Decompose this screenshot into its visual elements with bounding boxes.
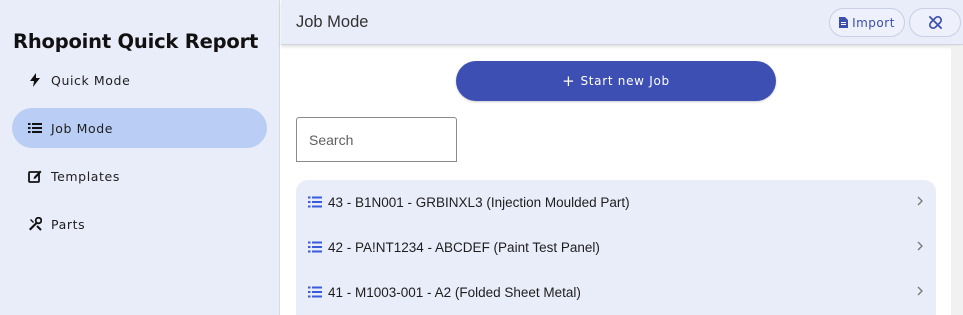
sidebar-item-label: Templates xyxy=(51,168,120,184)
sidebar-item-label: Job Mode xyxy=(51,120,114,136)
chevron-right-icon xyxy=(917,286,923,296)
top-bar: Job Mode Import xyxy=(281,0,963,45)
list-item[interactable]: 43 - B1N001 - GRBINXL3 (Injection Moulde… xyxy=(296,180,936,224)
sidebar-item-job-mode[interactable]: Job Mode xyxy=(12,108,267,148)
list-icon xyxy=(308,286,322,298)
sidebar: Rhopoint Quick Report Quick Mode Job Mod… xyxy=(0,0,280,315)
job-label: 43 - B1N001 - GRBINXL3 (Injection Moulde… xyxy=(328,194,630,210)
search-input[interactable] xyxy=(297,118,456,161)
unlink-button[interactable] xyxy=(909,8,961,37)
sidebar-item-templates[interactable]: Templates xyxy=(12,156,267,196)
start-new-job-button[interactable]: + Start new Job xyxy=(456,61,776,101)
list-icon xyxy=(308,196,322,208)
file-icon xyxy=(839,17,849,28)
bolt-icon xyxy=(28,73,42,87)
chevron-right-icon xyxy=(917,241,923,251)
plus-icon: + xyxy=(562,71,576,90)
sidebar-item-quick-mode[interactable]: Quick Mode xyxy=(12,60,267,100)
list-item[interactable]: 42 - PA!NT1234 - ABCDEF (Paint Test Pane… xyxy=(296,225,936,269)
edit-icon xyxy=(28,169,42,183)
scrollbar[interactable] xyxy=(951,46,963,315)
job-label: 42 - PA!NT1234 - ABCDEF (Paint Test Pane… xyxy=(328,239,600,255)
tools-icon xyxy=(28,217,42,231)
sidebar-item-label: Parts xyxy=(51,216,86,232)
job-list: 43 - B1N001 - GRBINXL3 (Injection Moulde… xyxy=(296,180,936,315)
search-field[interactable] xyxy=(296,117,457,162)
sidebar-item-parts[interactable]: Parts xyxy=(12,204,267,244)
import-label: Import xyxy=(852,15,895,30)
list-icon xyxy=(28,121,42,135)
page-title: Job Mode xyxy=(296,13,369,31)
start-new-job-label: Start new Job xyxy=(580,74,670,88)
job-label: 41 - M1003-001 - A2 (Folded Sheet Metal) xyxy=(328,284,581,300)
sidebar-item-label: Quick Mode xyxy=(51,72,131,88)
unlink-icon xyxy=(928,16,942,29)
chevron-right-icon xyxy=(917,196,923,206)
app-title: Rhopoint Quick Report xyxy=(13,30,259,53)
list-icon xyxy=(308,241,322,253)
import-button[interactable]: Import xyxy=(829,8,905,37)
list-item[interactable]: 41 - M1003-001 - A2 (Folded Sheet Metal) xyxy=(296,270,936,314)
